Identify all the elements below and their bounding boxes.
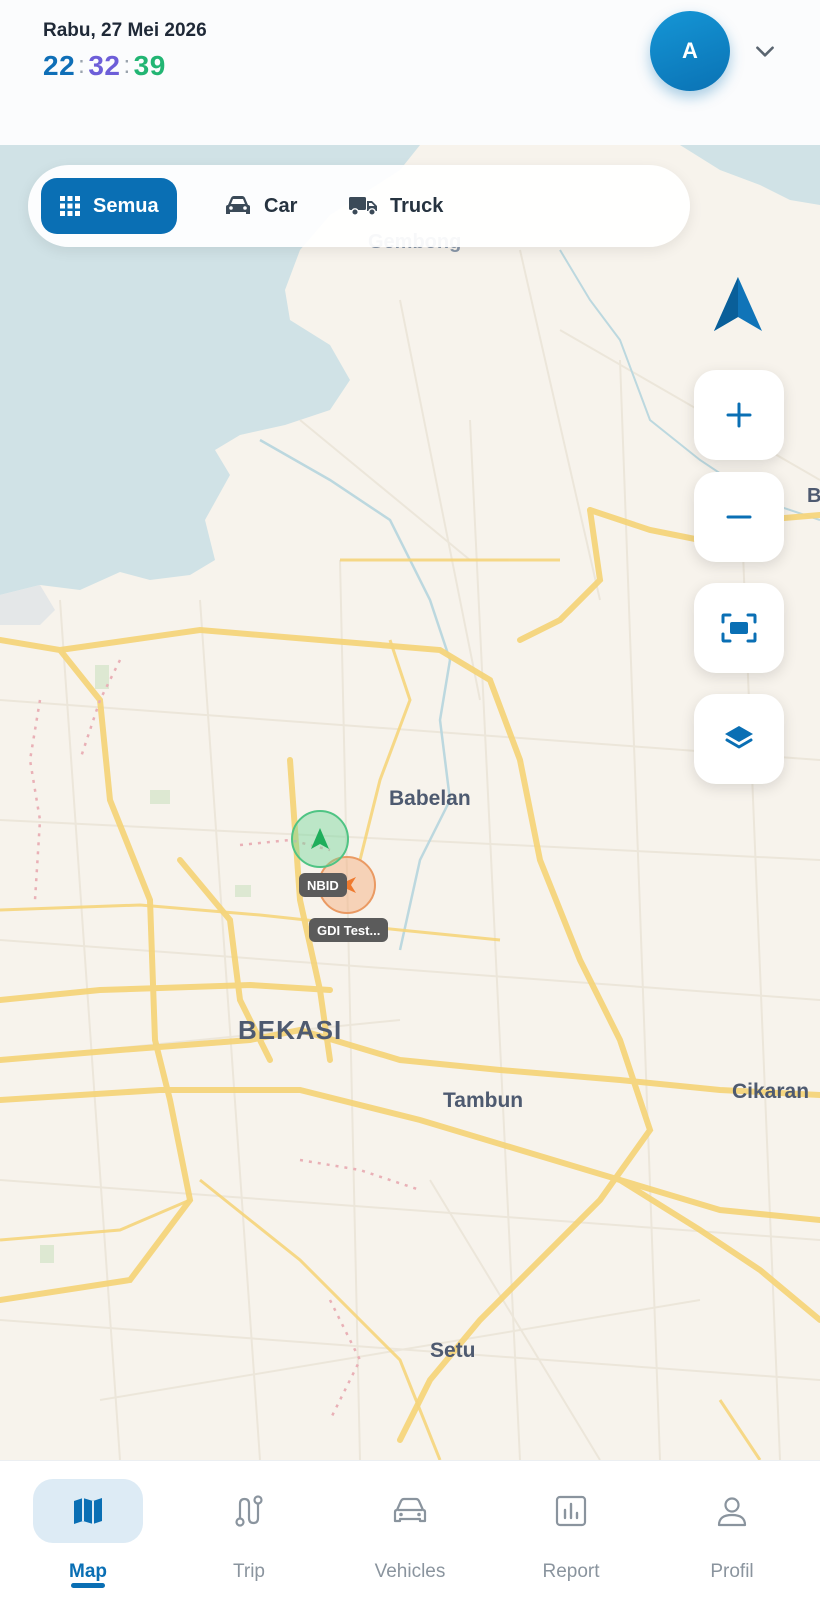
nav-report-icon-wrap [516, 1479, 626, 1543]
truck-icon [349, 197, 377, 216]
clock-minutes: 32 [88, 50, 121, 81]
filter-car-label: Car [264, 194, 298, 217]
chevron-down-icon[interactable] [752, 38, 778, 64]
chart-icon [555, 1495, 587, 1527]
map-label-setu: Setu [430, 1339, 476, 1362]
vehicle-marker-nbid[interactable] [291, 810, 349, 868]
nav-vehicles-icon-wrap [355, 1479, 465, 1543]
user-icon [717, 1497, 747, 1527]
vehicle-label-nbid[interactable]: NBID [299, 873, 347, 897]
bottom-navigation: Map Trip Vehicles Report Profil [0, 1460, 820, 1600]
current-date: Rabu, 27 Mei 2026 [43, 20, 207, 41]
zoom-in-button[interactable] [694, 370, 784, 460]
clock-separator: : [123, 52, 131, 79]
zoom-out-icon [726, 515, 752, 519]
car-icon [393, 1497, 427, 1523]
filter-car[interactable]: Car [206, 178, 315, 234]
clock-separator: : [78, 52, 86, 79]
user-avatar[interactable]: A [650, 11, 730, 91]
grid-icon [60, 196, 80, 216]
layers-icon [725, 726, 753, 749]
nav-report[interactable]: Report [489, 1461, 653, 1600]
nav-profil[interactable]: Profil [650, 1461, 814, 1600]
map-view[interactable]: Gembong Babelan BEKASI Tambun Cikaran Se… [0, 145, 820, 1460]
nav-vehicles-label: Vehicles [374, 1561, 446, 1582]
app-header: Rabu, 27 Mei 2026 22:32:39 A [0, 0, 820, 145]
nav-report-label: Report [542, 1561, 600, 1582]
nav-trip-icon-wrap [194, 1479, 304, 1543]
active-tab-indicator [71, 1583, 105, 1588]
filter-truck-label: Truck [390, 194, 444, 217]
map-icon [74, 1498, 102, 1524]
map-label-babelan: Babelan [389, 787, 471, 810]
current-time: 22:32:39 [43, 50, 166, 82]
nav-trip-label: Trip [232, 1561, 266, 1582]
vehicle-label-gdi[interactable]: GDI Test... [309, 918, 389, 942]
clock-seconds: 39 [133, 50, 166, 81]
filter-truck[interactable]: Truck [330, 178, 461, 234]
nav-trip[interactable]: Trip [167, 1461, 331, 1600]
compass-icon[interactable] [710, 275, 766, 335]
clock-hours: 22 [43, 50, 76, 81]
route-icon [235, 1495, 263, 1527]
nav-map-icon-wrap [33, 1479, 143, 1543]
nav-map[interactable]: Map [6, 1461, 170, 1600]
fit-bounds-button[interactable] [694, 583, 784, 673]
nav-map-label: Map [69, 1561, 107, 1582]
layers-button[interactable] [694, 694, 784, 784]
nav-profil-icon-wrap [677, 1479, 787, 1543]
vehicle-type-filter: Semua Car Truck [28, 165, 690, 247]
nav-vehicles[interactable]: Vehicles [328, 1461, 492, 1600]
map-label-cikarang: Cikaran [732, 1080, 810, 1103]
filter-semua[interactable]: Semua [41, 178, 177, 234]
map-label-tambun: Tambun [443, 1089, 524, 1112]
map-label-edge: B [807, 485, 820, 507]
zoom-in-icon [726, 402, 752, 428]
car-icon [226, 196, 250, 214]
nav-profil-label: Profil [710, 1561, 754, 1582]
map-label-bekasi: BEKASI [238, 1015, 343, 1045]
filter-semua-label: Semua [93, 194, 159, 217]
fit-bounds-icon [721, 613, 757, 643]
navigation-arrow-icon [311, 828, 329, 849]
zoom-out-button[interactable] [694, 472, 784, 562]
